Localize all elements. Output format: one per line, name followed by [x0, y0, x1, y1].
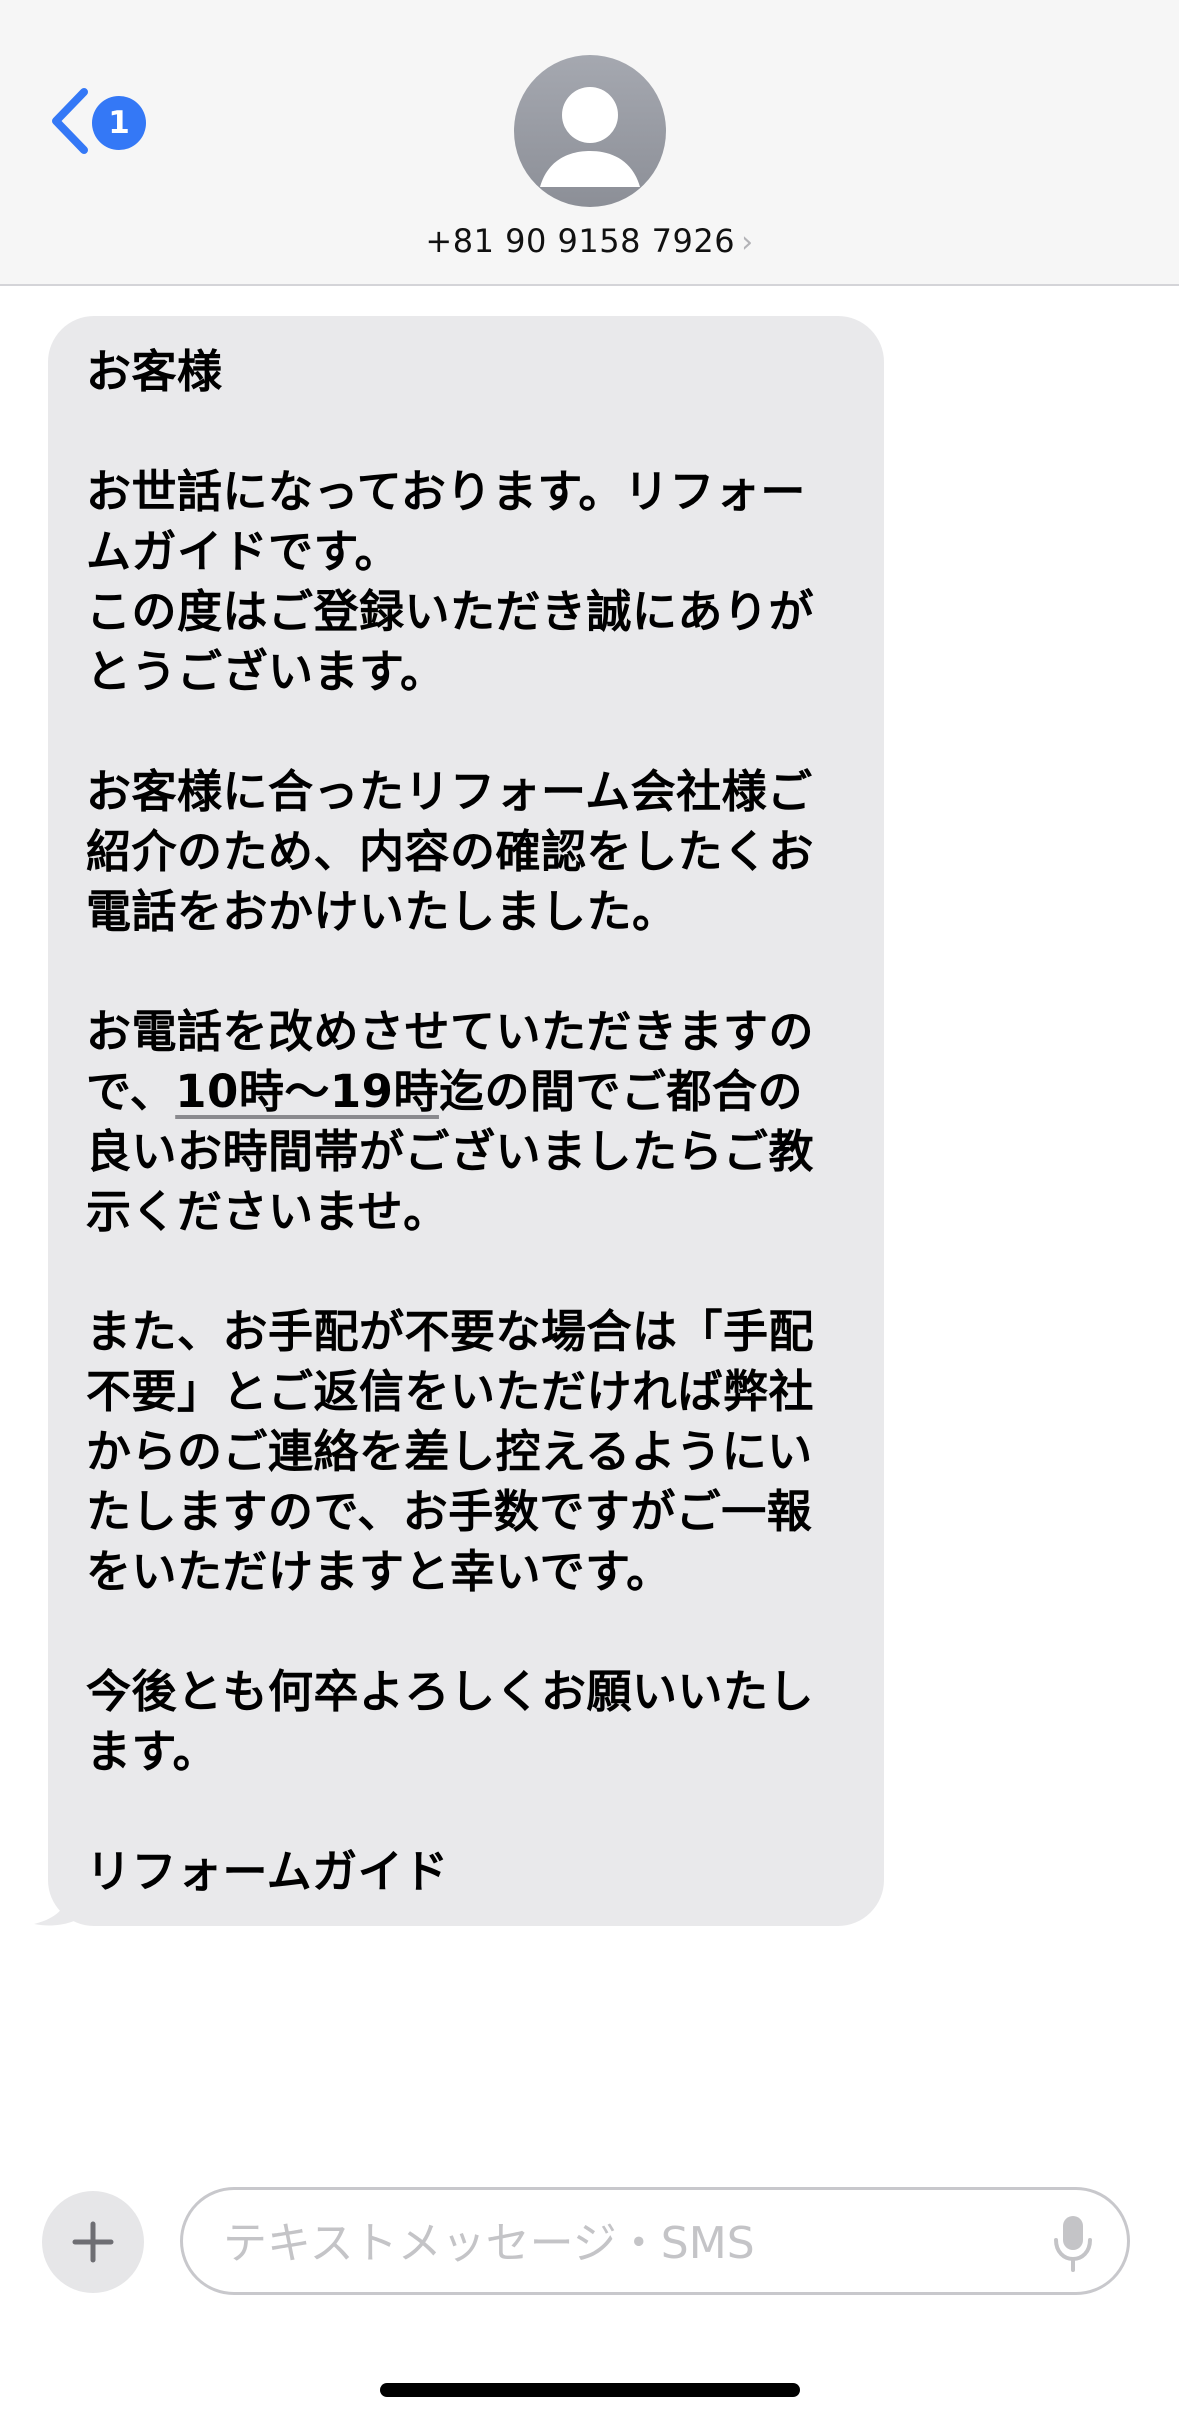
- plus-icon: [72, 2221, 114, 2263]
- message-purpose: お客様に合ったリフォーム会社様ご紹介のため、内容の確認をしたくお電話をおかけいた…: [86, 765, 815, 938]
- contact-avatar[interactable]: [514, 55, 666, 207]
- contact-name-button[interactable]: +81 90 9158 7926 ›: [0, 214, 1179, 270]
- contact-number: +81 90 9158 7926: [425, 222, 736, 260]
- bubble-tail: [34, 1890, 88, 1926]
- message-input-container[interactable]: [180, 2187, 1130, 2295]
- message-bubble[interactable]: お客様 お世話になっております。リフォームガイドです。 この度はご登録いただき誠…: [48, 316, 884, 1926]
- message-signature: リフォームガイド: [86, 1845, 449, 1898]
- conversation-header: 1 +81 90 9158 7926 ›: [0, 0, 1179, 286]
- message-input[interactable]: [221, 2208, 1005, 2278]
- person-icon: [540, 87, 640, 187]
- message-greeting: お客様: [86, 345, 223, 398]
- message-intro: お世話になっております。リフォームガイドです。 この度はご登録いただき誠にありが…: [86, 465, 815, 698]
- back-button[interactable]: 1: [48, 86, 158, 160]
- unread-count-badge: 1: [92, 96, 146, 150]
- composer-bar: [0, 2185, 1179, 2305]
- add-attachment-button[interactable]: [42, 2191, 144, 2293]
- message-schedule: お電話を改めさせていただきますので、10時〜19時迄の間でご都合の良いお時間帯が…: [86, 1002, 846, 1242]
- time-range-link[interactable]: 10時〜19時: [175, 1065, 439, 1118]
- home-indicator[interactable]: [380, 2383, 800, 2397]
- chevron-right-icon: ›: [741, 225, 754, 260]
- microphone-icon[interactable]: [1051, 2214, 1095, 2274]
- message-optout: また、お手配が不要な場合は「手配不要」とご返信をいただければ弊社からのご連絡を差…: [86, 1305, 815, 1598]
- chevron-left-icon: [52, 88, 88, 154]
- message-closing: 今後とも何卒よろしくお願いいたします。: [86, 1665, 815, 1778]
